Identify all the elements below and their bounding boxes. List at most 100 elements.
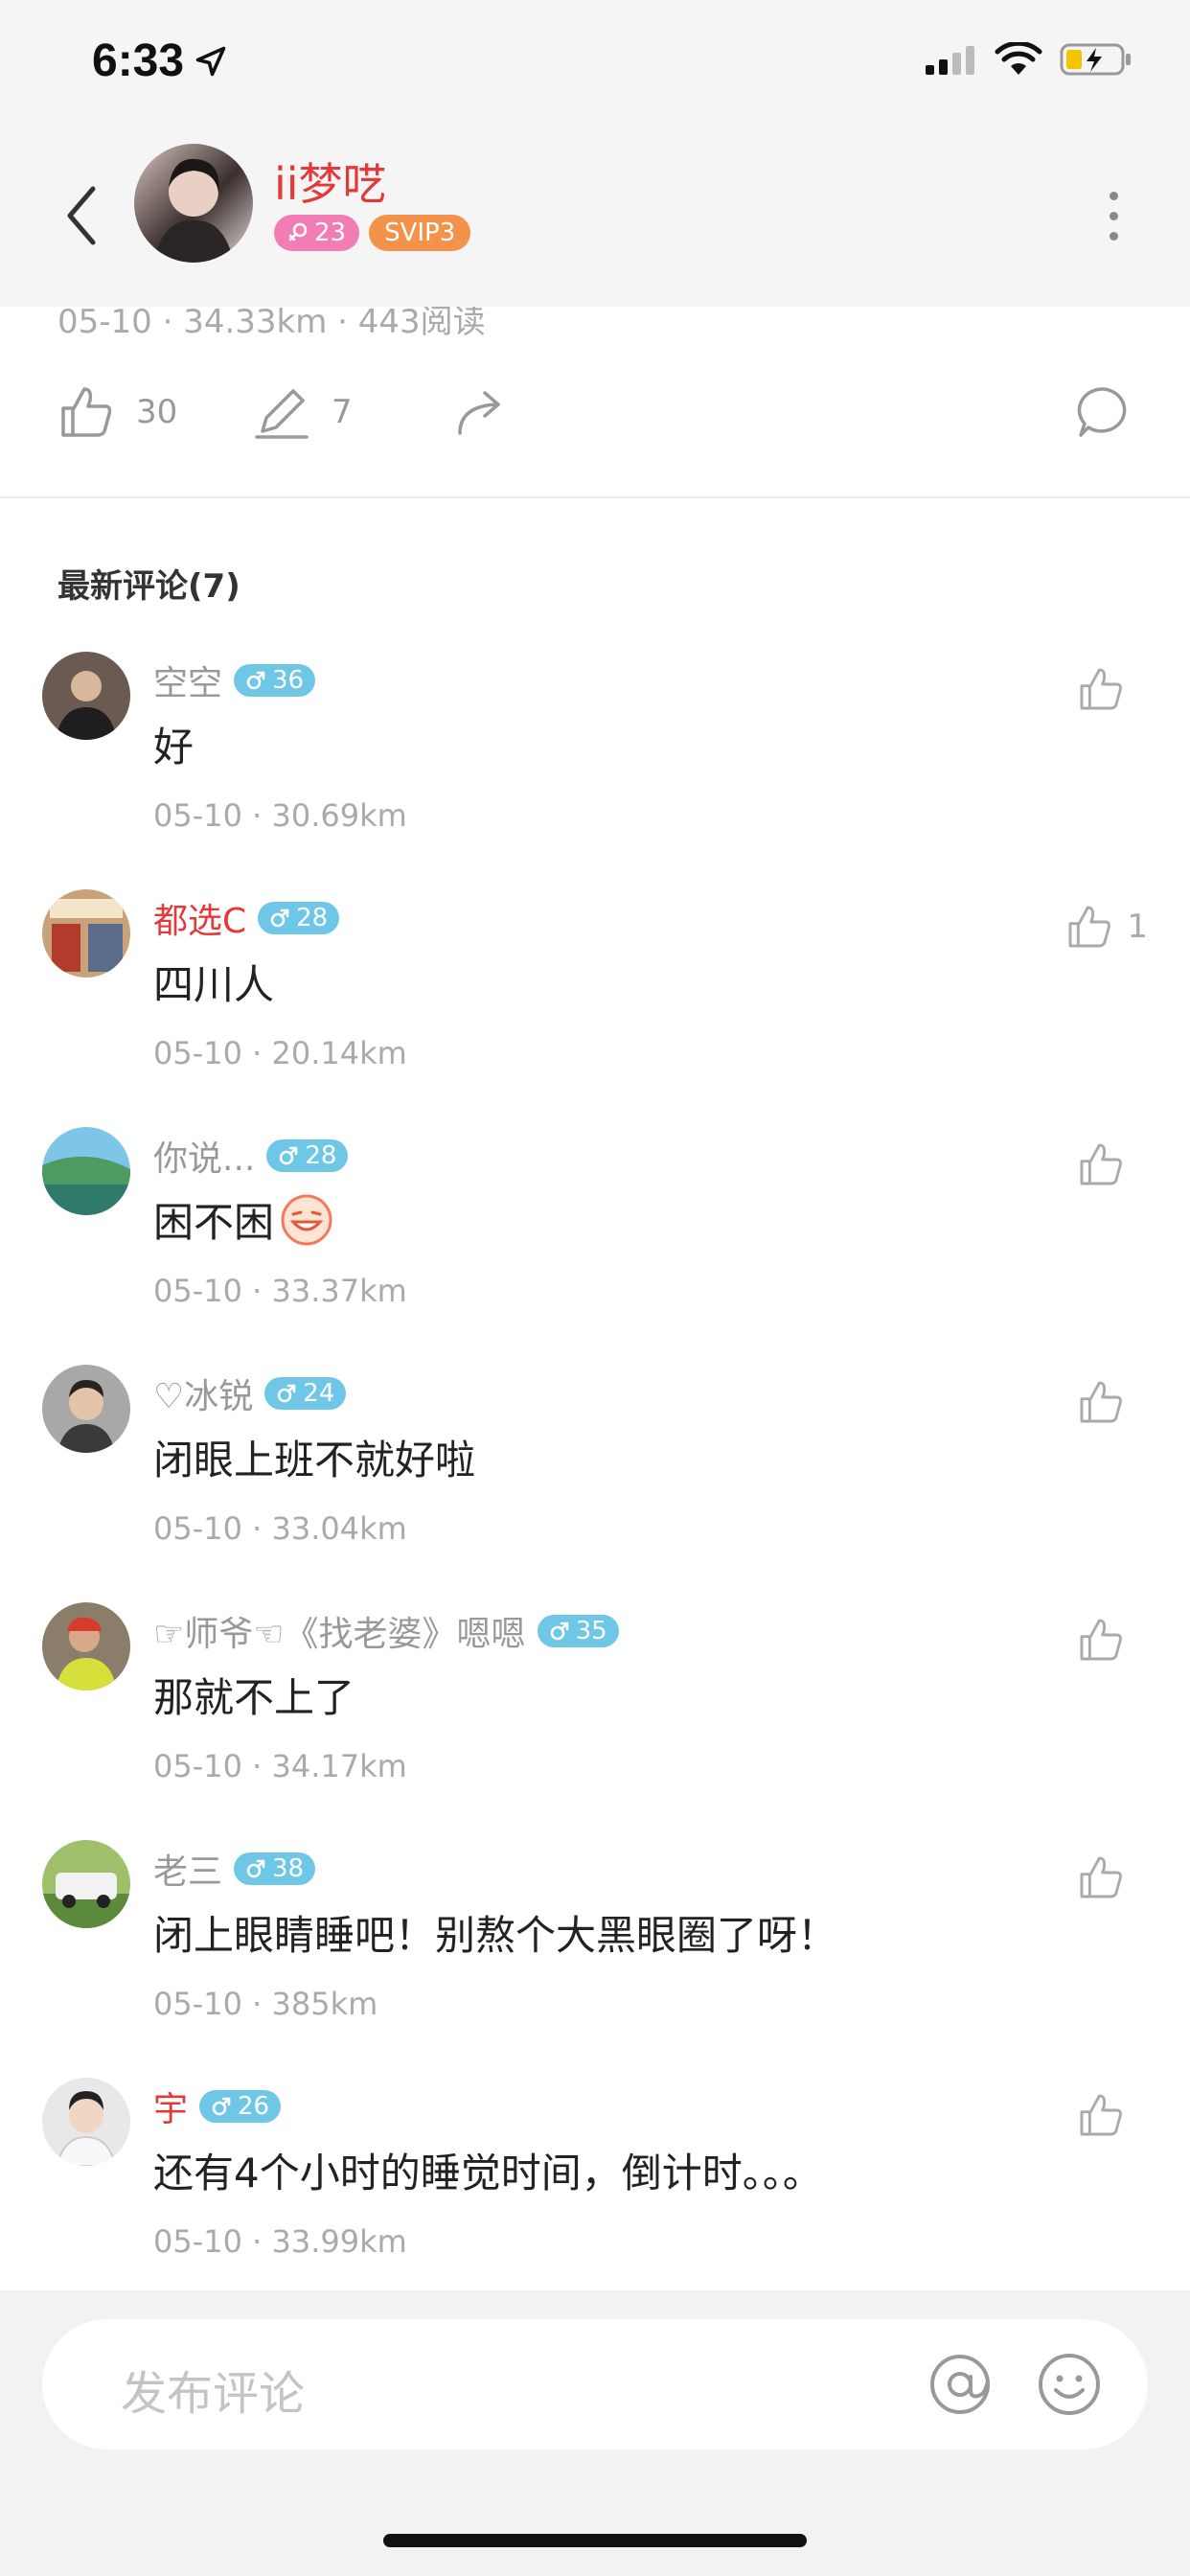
- cellular-signal-icon: [926, 46, 974, 75]
- post-actions: 30 7: [0, 364, 1190, 470]
- commenter-avatar[interactable]: [42, 2078, 130, 2166]
- commenter-age: 35: [575, 1617, 607, 1645]
- commenter-name[interactable]: 都选C: [153, 893, 246, 943]
- comment-header: 宇 26: [153, 2082, 282, 2131]
- comment-text: 好: [153, 724, 195, 770]
- share-post-button[interactable]: [452, 383, 510, 441]
- comment-input[interactable]: 发布评论: [42, 2319, 1148, 2450]
- comment-input-placeholder: 发布评论: [121, 2367, 306, 2421]
- male-age-badge: 24: [264, 1377, 347, 1410]
- thumbs-up-icon: [61, 387, 112, 437]
- commenter-avatar[interactable]: [42, 1840, 130, 1928]
- comment-like-button[interactable]: 1: [1065, 903, 1148, 951]
- comment-text: 困不困: [153, 1199, 275, 1246]
- clock: 6:33: [92, 35, 185, 86]
- commenter-avatar[interactable]: [42, 1365, 130, 1453]
- chat-bubble-icon: [1077, 387, 1127, 437]
- dot-icon: [1109, 191, 1118, 200]
- comment-like-button[interactable]: [1077, 2091, 1138, 2139]
- commenter-name[interactable]: 你说...: [153, 1131, 255, 1181]
- status-indicators: [926, 42, 1133, 77]
- emoji-smile-icon[interactable]: [1035, 2350, 1104, 2419]
- vip-badge: SVIP3: [369, 215, 471, 251]
- comment-header: 老三 38: [153, 1844, 316, 1894]
- comment-header: 空空 36: [153, 656, 316, 705]
- battery-charging-icon: [1060, 43, 1131, 76]
- male-symbol-icon: [277, 1384, 296, 1403]
- grin-emoji-icon: [281, 1194, 332, 1245]
- male-age-badge: 38: [234, 1852, 316, 1885]
- comment-like-button[interactable]: [1077, 1140, 1138, 1188]
- comment-meta: 05-10 · 385km: [153, 1986, 378, 2022]
- share-arrow-icon: [458, 391, 500, 435]
- dot-icon: [1109, 211, 1118, 220]
- comment-like-button[interactable]: [1077, 1853, 1138, 1901]
- wifi-icon: [995, 42, 1042, 75]
- pencil-icon: [255, 389, 309, 439]
- comments-title: 最新评论(7): [57, 567, 240, 606]
- chat-button[interactable]: [1075, 383, 1133, 441]
- comment-like-button[interactable]: [1077, 1616, 1138, 1664]
- male-age-badge: 28: [266, 1139, 349, 1172]
- profile-header: ii梦呓 23 SVIP3: [0, 134, 1190, 307]
- commenter-name[interactable]: ☞师爷☜《找老婆》嗯嗯: [153, 1606, 526, 1656]
- commenter-avatar[interactable]: [42, 1127, 130, 1215]
- comment-item: 你说... 28 困不困 05-10 · 33.37km: [0, 1127, 1190, 1365]
- author-badges: 23 SVIP3: [274, 215, 471, 251]
- male-symbol-icon: [246, 671, 265, 690]
- commenter-age: 24: [303, 1379, 335, 1408]
- status-bar: 6:33: [0, 0, 1190, 134]
- dot-icon: [1109, 231, 1118, 241]
- comment-header: 你说... 28: [153, 1131, 349, 1181]
- back-button[interactable]: [48, 172, 115, 259]
- comment-meta: 05-10 · 20.14km: [153, 1035, 407, 1071]
- thumbs-up-icon: [1080, 2094, 1122, 2136]
- comment-like-count: 1: [1127, 908, 1148, 946]
- male-age-badge: 35: [537, 1615, 619, 1647]
- comment-item: 老三 38 闭上眼睛睡吧！别熬个大黑眼圈了呀！ 05-10 · 385km: [0, 1840, 1190, 2078]
- author-avatar[interactable]: [134, 144, 253, 263]
- comment-count: 7: [332, 393, 353, 431]
- male-symbol-icon: [212, 2097, 231, 2116]
- comment-meta: 05-10 · 33.37km: [153, 1273, 407, 1309]
- comment-post-button[interactable]: 7: [253, 383, 353, 441]
- comment-text: 闭上眼睛睡吧！别熬个大黑眼圈了呀！: [153, 1912, 838, 1959]
- mention-at-icon[interactable]: [926, 2350, 995, 2419]
- comment-item: ♡冰锐 24 闭眼上班不就好啦 05-10 · 33.04km: [0, 1365, 1190, 1602]
- commenter-avatar[interactable]: [42, 652, 130, 740]
- male-symbol-icon: [550, 1622, 568, 1641]
- thumbs-up-icon: [1080, 1619, 1122, 1661]
- male-symbol-icon: [270, 908, 289, 928]
- male-symbol-icon: [280, 1146, 298, 1165]
- comment-meta: 05-10 · 33.99km: [153, 2223, 407, 2260]
- commenter-avatar[interactable]: [42, 889, 130, 978]
- commenter-name[interactable]: 老三: [153, 1844, 222, 1894]
- male-age-badge: 36: [234, 664, 316, 697]
- comment-item: ☞师爷☜《找老婆》嗯嗯 35 那就不上了 05-10 · 34.17km: [0, 1602, 1190, 1840]
- commenter-avatar[interactable]: [42, 1602, 130, 1690]
- comment-like-button[interactable]: [1077, 665, 1138, 713]
- comment-meta: 05-10 · 34.17km: [153, 1748, 407, 1784]
- male-age-badge: 28: [258, 902, 340, 934]
- comment-text: 四川人: [153, 961, 275, 1008]
- divider: [0, 496, 1190, 498]
- thumbs-up-icon: [1080, 1381, 1122, 1423]
- comment-like-button[interactable]: [1077, 1378, 1138, 1426]
- commenter-name[interactable]: 宇: [153, 2082, 188, 2131]
- comment-header: 都选C 28: [153, 893, 340, 943]
- comment-input-bar: 发布评论: [0, 2290, 1190, 2576]
- more-options-button[interactable]: [1085, 172, 1142, 259]
- commenter-name[interactable]: ♡冰锐: [153, 1368, 253, 1418]
- comment-meta: 05-10 · 30.69km: [153, 797, 407, 834]
- male-symbol-icon: [246, 1859, 265, 1878]
- female-age-badge: 23: [274, 215, 360, 251]
- author-name[interactable]: ii梦呓: [274, 150, 387, 213]
- comment-item: 都选C 28 四川人 05-10 · 20.14km 1: [0, 889, 1190, 1127]
- comment-meta: 05-10 · 33.04km: [153, 1510, 407, 1547]
- commenter-age: 36: [272, 666, 305, 695]
- status-time: 6:33: [92, 34, 228, 87]
- author-age: 23: [314, 218, 347, 247]
- comment-header: ☞师爷☜《找老婆》嗯嗯 35: [153, 1606, 619, 1656]
- like-post-button[interactable]: 30: [57, 383, 177, 441]
- commenter-name[interactable]: 空空: [153, 656, 222, 705]
